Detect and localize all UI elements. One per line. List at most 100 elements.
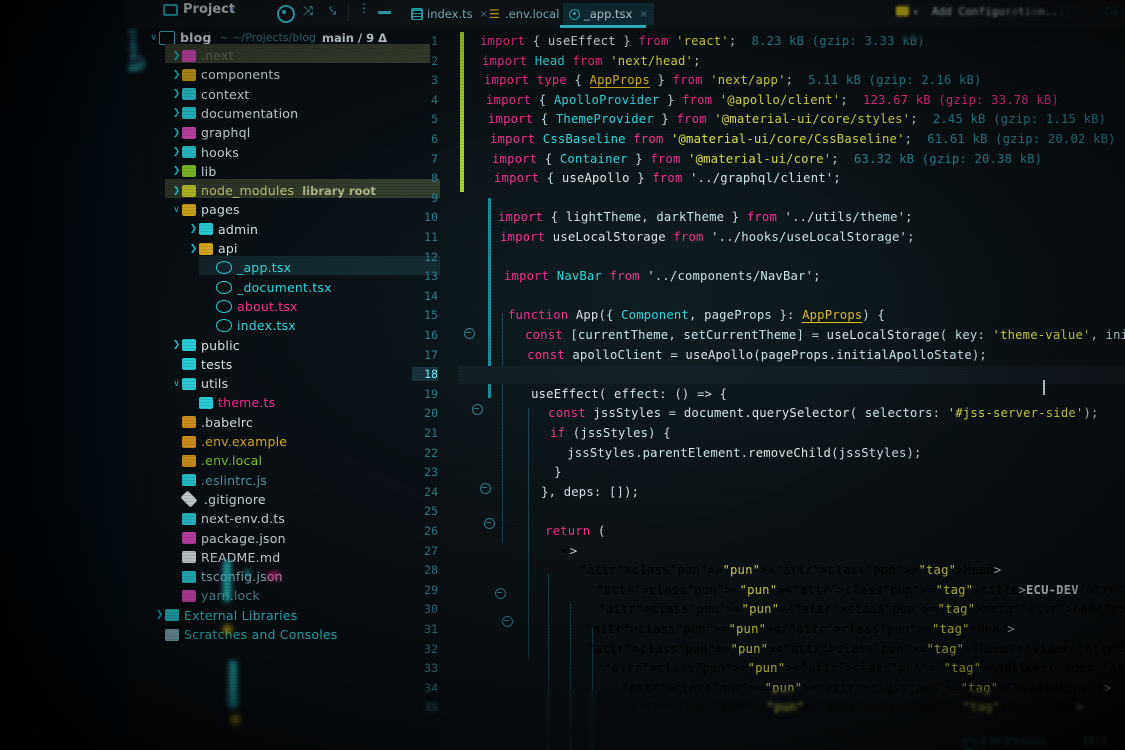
chevron-right-icon[interactable]: ❯ <box>154 610 165 620</box>
chevron-down-icon[interactable]: ∨ <box>148 33 159 43</box>
chevron-right-icon[interactable]: ❯ <box>171 128 182 138</box>
code-line[interactable]: "attr">class"pun">="pun"><"attr">class"p… <box>538 602 1125 616</box>
code-line[interactable]: <> <box>532 544 577 558</box>
code-line[interactable]: } <box>524 465 562 479</box>
tree-item-api[interactable]: ❯ api <box>188 239 238 258</box>
code-editor[interactable]: 1 2 3 4 5 6 7 8 9 10 11 12 13 14 15 16 17 18 19 20 21 22 23 24 2… <box>412 28 1125 750</box>
code-fold-icon[interactable] <box>472 404 483 415</box>
chevron-right-icon[interactable]: ❯ <box>171 70 182 80</box>
tree-item-external-libraries[interactable]: ❯ External Libraries <box>154 606 298 625</box>
code-line[interactable]: import CssBaseline from '@material-ui/co… <box>490 132 1116 146</box>
chevron-down-icon[interactable]: ∨ <box>171 205 182 215</box>
tree-item-context[interactable]: ❯ context <box>171 85 250 104</box>
tree-item--eslintrc-js[interactable]: .eslintrc.js <box>171 471 267 490</box>
tree-item-hooks[interactable]: ❯ hooks <box>171 143 239 162</box>
code-line[interactable]: if (jssStyles) { <box>520 426 671 440</box>
tab-index-ts[interactable]: index.ts × <box>405 3 494 25</box>
tree-item--app-tsx[interactable]: _app.tsx <box>205 258 291 277</box>
tree-item-next-env-d-ts[interactable]: next-env.d.ts <box>171 509 285 528</box>
code-line[interactable]: import Head from 'next/head'; <box>482 54 701 68</box>
code-line[interactable]: "attr">class"pun">="pun"></"attr">class"… <box>540 622 1015 636</box>
chevron-down-icon[interactable]: ▾ <box>913 8 918 18</box>
code-line[interactable]: }, deps: []); <box>526 485 639 499</box>
tree-item-tests[interactable]: tests <box>171 355 233 374</box>
code-line[interactable]: import { Container } from '@material-ui/… <box>492 152 1042 166</box>
chevron-right-icon[interactable]: ❯ <box>171 147 182 157</box>
chevron-right-icon[interactable]: ❯ <box>171 108 182 118</box>
close-icon[interactable]: × <box>639 9 647 20</box>
tree-item-theme-ts[interactable]: theme.ts <box>188 393 275 412</box>
debug-icon[interactable] <box>1028 7 1039 18</box>
tree-item--babelrc[interactable]: .babelrc <box>171 413 253 432</box>
tree-item-yarn-lock[interactable]: yarn.lock <box>171 586 260 605</box>
tree-item-public[interactable]: ❯ public <box>171 336 240 355</box>
tree-item-pages[interactable]: ∨ pages <box>171 200 240 219</box>
bokeh-speck <box>229 660 237 708</box>
code-line[interactable]: const apolloClient = useApollo(pageProps… <box>512 348 987 362</box>
chevron-right-icon[interactable]: ❯ <box>188 224 199 234</box>
code-line[interactable]: import { ThemeProvider } from '@material… <box>488 112 1106 126</box>
tree-item-package-json[interactable]: package.json <box>171 529 286 548</box>
code-line[interactable]: "attr">class"pun">="pun"><"attr">class"p… <box>546 681 1111 695</box>
chevron-right-icon[interactable]: ❯ <box>171 340 182 350</box>
chevron-down-icon[interactable]: ∨ <box>171 379 182 389</box>
code-line[interactable]: import { useApollo } from '../graphql/cl… <box>494 171 841 185</box>
tree-item-label: .gitignore <box>204 491 266 507</box>
code-fold-icon[interactable] <box>502 616 513 627</box>
tree-item-utils[interactable]: ∨ utils <box>171 374 228 393</box>
tree-item-documentation[interactable]: ❯ documentation <box>171 104 298 123</box>
code-line[interactable]: return ( <box>530 524 605 538</box>
tree-item-graphql[interactable]: ❯ graphql <box>171 123 250 142</box>
add-configuration-button[interactable]: Add Configuration... <box>932 5 1064 18</box>
caret-position-label[interactable]: 18:1 <box>1082 736 1107 748</box>
hide-icon[interactable] <box>378 11 391 14</box>
code-line[interactable]: function App({ Component, pageProps }: A… <box>508 308 885 324</box>
code-fold-icon[interactable] <box>484 518 495 529</box>
expand-all-icon[interactable]: ⤨ <box>303 5 319 21</box>
code-line[interactable]: import useLocalStorage from '../hooks/us… <box>500 230 915 244</box>
tree-item-components[interactable]: ❯ components <box>171 65 280 84</box>
code-line[interactable]: "attr">class"pun">="pun"><"attr">class"p… <box>536 583 1125 597</box>
chevron-right-icon[interactable]: ❯ <box>171 186 182 196</box>
chevron-down-icon[interactable]: ▾ <box>229 5 235 16</box>
code-line[interactable]: import { ApolloProvider } from '@apollo/… <box>486 93 1059 107</box>
code-line[interactable]: import { lightTheme, darkTheme } from '.… <box>498 210 913 224</box>
tree-item-admin[interactable]: ❯ admin <box>188 220 258 239</box>
code-line[interactable]: "attr">class"pun">="pun"><"attr">class"p… <box>542 642 1125 656</box>
chevron-right-icon[interactable]: ❯ <box>171 89 182 99</box>
code-line[interactable]: import type { AppProps } from 'next/app'… <box>484 73 982 89</box>
code-line[interactable]: import { useEffect } from 'react'; 8.23 … <box>480 34 925 48</box>
current-line-highlight <box>458 366 1125 385</box>
code-line[interactable]: jssStyles.parentElement.removeChild(jssS… <box>522 446 922 460</box>
tree-item--next[interactable]: ❯ .next <box>171 46 234 65</box>
chevron-right-icon[interactable]: ❯ <box>188 244 199 254</box>
code-fold-icon[interactable] <box>495 588 506 599</box>
tree-item-node-modules[interactable]: ❯ node_modules library root <box>171 181 376 200</box>
code-line[interactable]: "attr">class"pun">="pun"><"attr">class"p… <box>544 661 1125 675</box>
collapse-all-icon[interactable]: ⤥ <box>329 5 345 21</box>
code-line[interactable]: "attr">class"pun">="pun"><"attr">class"p… <box>548 700 1083 714</box>
chevron-right-icon[interactable]: ❯ <box>171 51 182 61</box>
tree-item--document-tsx[interactable]: _document.tsx <box>205 278 332 297</box>
code-line[interactable]: const [currentTheme, setCurrentTheme] = … <box>510 328 1125 342</box>
code-line[interactable]: const jssStyles = document.querySelector… <box>518 406 1099 420</box>
code-line[interactable]: useEffect( effect: () => { <box>516 387 727 401</box>
code-fold-icon[interactable] <box>480 483 491 494</box>
locate-target-icon[interactable] <box>277 5 295 23</box>
more-options-icon[interactable]: ⋮ <box>358 2 370 20</box>
code-line[interactable]: import NavBar from '../components/NavBar… <box>504 269 821 283</box>
run-configuration-icon[interactable] <box>896 6 909 16</box>
run-icon[interactable] <box>1008 7 1019 18</box>
tree-item-about-tsx[interactable]: about.tsx <box>205 297 298 316</box>
code-line[interactable]: "attr">class"pun">="pun"><"attr">class"p… <box>534 563 1001 577</box>
coverage-icon[interactable] <box>1060 7 1071 18</box>
tab-app-tsx[interactable]: _app.tsx × <box>563 3 654 25</box>
tree-item-lib[interactable]: ❯ lib <box>171 162 217 181</box>
chevron-right-icon[interactable]: ❯ <box>171 166 182 176</box>
code-fold-icon[interactable] <box>464 328 475 339</box>
tree-item--env-example[interactable]: .env.example <box>171 432 287 451</box>
tree-item--gitignore[interactable]: .gitignore <box>171 490 266 509</box>
tree-item-index-tsx[interactable]: index.tsx <box>205 316 296 335</box>
tree-item--env-local[interactable]: .env.local <box>171 451 262 470</box>
tree-item-scratches-and-consoles[interactable]: Scratches and Consoles <box>154 625 338 644</box>
